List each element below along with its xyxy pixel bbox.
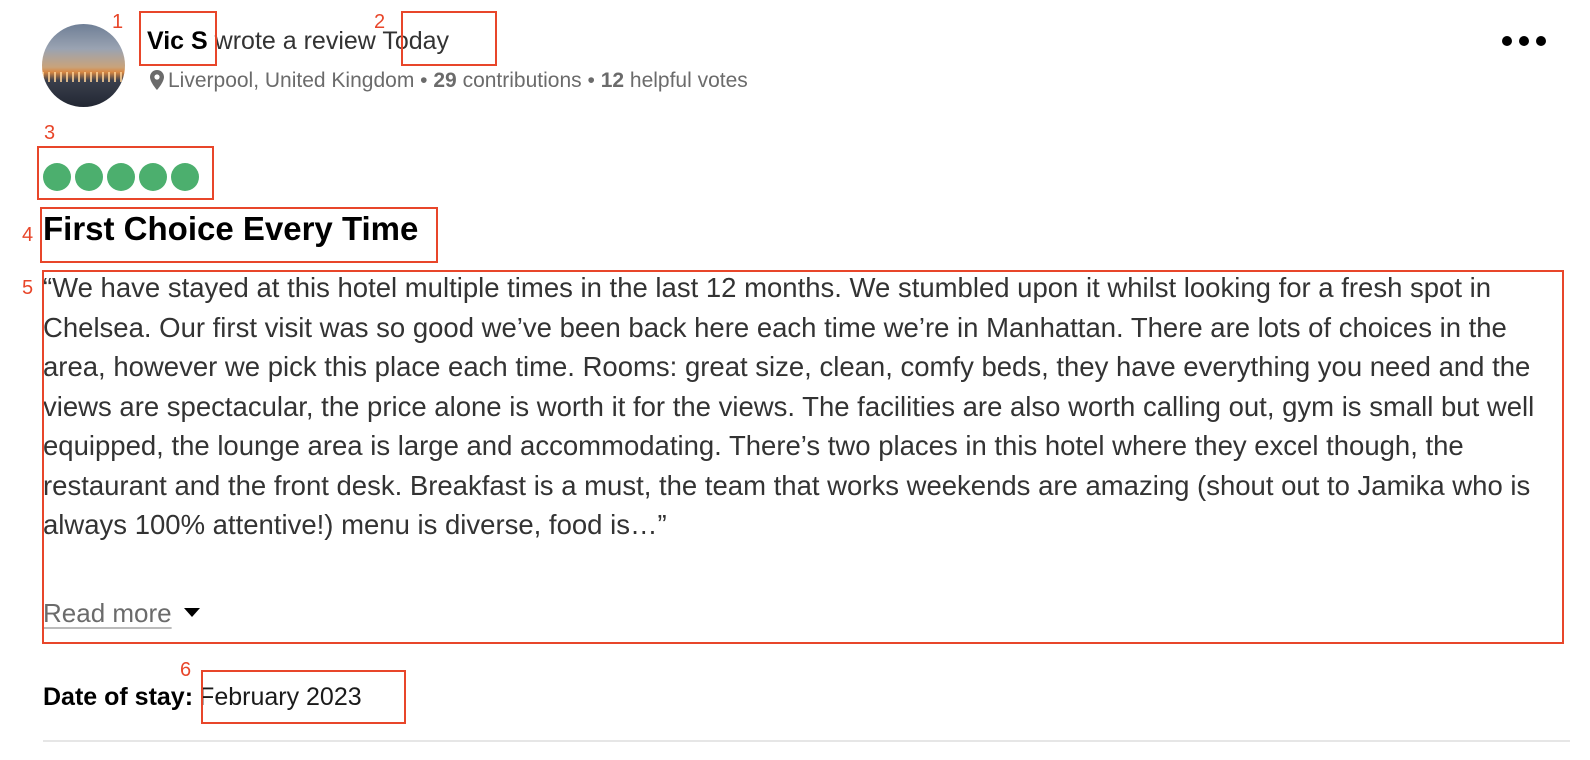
separator: • [420, 69, 428, 92]
helpful-votes-count: 12 [600, 69, 625, 92]
avatar[interactable] [42, 24, 125, 107]
dot [1519, 36, 1529, 46]
dot [1502, 36, 1512, 46]
annotation-box [37, 146, 214, 200]
annotation-box [40, 207, 438, 263]
annotation-number: 5 [22, 277, 34, 299]
annotation-number: 2 [374, 11, 386, 33]
author-meta: Liverpool, United Kingdom • 29 contribut… [150, 68, 748, 97]
separator: • [587, 69, 595, 92]
annotation-number: 1 [112, 11, 124, 33]
helpful-votes-label: helpful votes [629, 69, 748, 92]
contributions-count: 29 [433, 69, 457, 92]
annotation-number: 4 [22, 224, 34, 246]
date-of-stay-label: Date of stay: [43, 683, 194, 711]
contributions-label: contributions [462, 69, 582, 92]
annotation-number: 3 [44, 122, 56, 144]
annotation-box [42, 270, 1564, 644]
annotation-number: 6 [180, 659, 192, 681]
dot [1536, 36, 1546, 46]
map-pin-icon [150, 70, 164, 97]
annotation-box [401, 11, 497, 66]
action-text: wrote a review [214, 27, 376, 55]
more-options-icon[interactable] [1502, 30, 1546, 52]
annotation-box [139, 11, 217, 66]
annotation-box [201, 670, 406, 724]
divider [43, 740, 1570, 742]
author-location: Liverpool, United Kingdom [168, 69, 415, 92]
